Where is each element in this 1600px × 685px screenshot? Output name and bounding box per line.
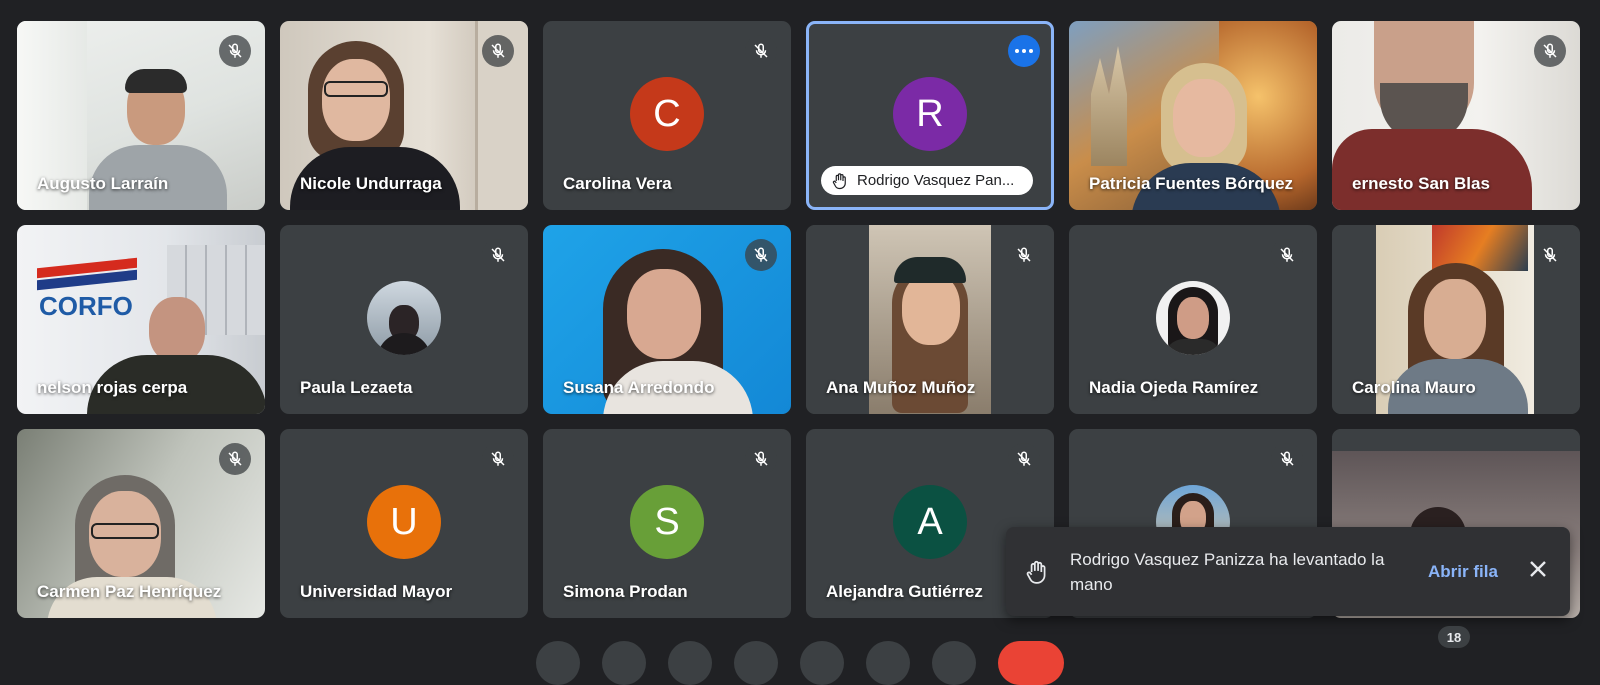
muted-mic-icon <box>482 35 514 67</box>
raised-hand-label: Rodrigo Vasquez Pan... <box>821 166 1033 195</box>
raised-hand-icon <box>832 172 846 189</box>
more-options-button[interactable] <box>1008 35 1040 67</box>
participant-name: Paula Lezaeta <box>300 378 413 397</box>
participant-tile[interactable]: S Simona Prodan <box>543 429 791 618</box>
close-icon[interactable] <box>1528 559 1548 584</box>
corfo-logo: CORFO <box>39 291 133 321</box>
more-options-button[interactable] <box>932 641 976 685</box>
end-call-button[interactable] <box>998 641 1064 685</box>
participant-name: Ana Muñoz Muñoz <box>826 378 976 397</box>
participant-tile[interactable]: ernesto San Blas <box>1332 21 1580 210</box>
mic-button[interactable] <box>536 641 580 685</box>
captions-button[interactable] <box>668 641 712 685</box>
participant-tile[interactable]: Carmen Paz Henríquez <box>17 429 265 618</box>
muted-mic-icon <box>1271 239 1303 271</box>
participant-name: Carolina Vera <box>563 174 672 193</box>
open-queue-button[interactable]: Abrir fila <box>1428 562 1498 582</box>
muted-mic-icon <box>1008 239 1040 271</box>
participant-name: Augusto Larraín <box>37 174 169 193</box>
muted-mic-icon <box>482 443 514 475</box>
participant-name: Alejandra Gutiérrez <box>826 582 983 601</box>
participant-name: Universidad Mayor <box>300 582 453 601</box>
participant-tile[interactable]: Patricia Fuentes Bórquez <box>1069 21 1317 210</box>
participant-tile[interactable]: Paula Lezaeta <box>280 225 528 414</box>
muted-mic-icon <box>745 35 777 67</box>
avatar: S <box>630 485 704 559</box>
avatar <box>367 281 441 355</box>
muted-mic-icon <box>219 35 251 67</box>
muted-mic-icon <box>482 239 514 271</box>
present-button[interactable] <box>800 641 844 685</box>
participant-tile[interactable]: C Carolina Vera <box>543 21 791 210</box>
participant-tile[interactable]: U Universidad Mayor <box>280 429 528 618</box>
participant-name: Nadia Ojeda Ramírez <box>1089 378 1259 397</box>
participant-name: nelson rojas cerpa <box>37 378 188 397</box>
raised-hand-icon <box>1026 560 1046 584</box>
camera-button[interactable] <box>602 641 646 685</box>
participant-name: ernesto San Blas <box>1352 174 1490 193</box>
avatar: U <box>367 485 441 559</box>
muted-mic-icon <box>1534 239 1566 271</box>
avatar: R <box>893 77 967 151</box>
participant-name: Susana Arredondo <box>563 378 715 397</box>
raise-hand-button[interactable] <box>866 641 910 685</box>
participant-name: Carolina Mauro <box>1352 378 1476 397</box>
participant-name: Carmen Paz Henríquez <box>37 582 222 601</box>
avatar: A <box>893 485 967 559</box>
participant-tile[interactable]: Carolina Mauro <box>1332 225 1580 414</box>
notification-message: Rodrigo Vasquez Panizza ha levantado la … <box>1070 549 1385 594</box>
emoji-button[interactable] <box>734 641 778 685</box>
participant-tile[interactable]: Nicole Undurraga <box>280 21 528 210</box>
raised-hand-notification: Rodrigo Vasquez Panizza ha levantado la … <box>1006 527 1570 616</box>
participant-name: Nicole Undurraga <box>300 174 442 193</box>
participant-count-badge: 18 <box>1438 626 1470 648</box>
participant-name: Simona Prodan <box>563 582 688 601</box>
participant-tile[interactable]: Augusto Larraín <box>17 21 265 210</box>
participant-name: Patricia Fuentes Bórquez <box>1089 174 1294 193</box>
participant-tile[interactable]: Nadia Ojeda Ramírez <box>1069 225 1317 414</box>
participant-name: Rodrigo Vasquez Pan... <box>857 172 1015 189</box>
avatar: C <box>630 77 704 151</box>
muted-mic-icon <box>745 239 777 271</box>
muted-mic-icon <box>1008 443 1040 475</box>
muted-mic-icon <box>1271 443 1303 475</box>
participant-tile[interactable]: CORFO nelson rojas cerpa <box>17 225 265 414</box>
muted-mic-icon <box>1534 35 1566 67</box>
muted-mic-icon <box>745 443 777 475</box>
participant-tile-active[interactable]: R Rodrigo Vasquez Pan... <box>806 21 1054 210</box>
muted-mic-icon <box>219 443 251 475</box>
participant-tile[interactable]: Ana Muñoz Muñoz <box>806 225 1054 414</box>
participant-tile[interactable]: Susana Arredondo <box>543 225 791 414</box>
avatar <box>1156 281 1230 355</box>
